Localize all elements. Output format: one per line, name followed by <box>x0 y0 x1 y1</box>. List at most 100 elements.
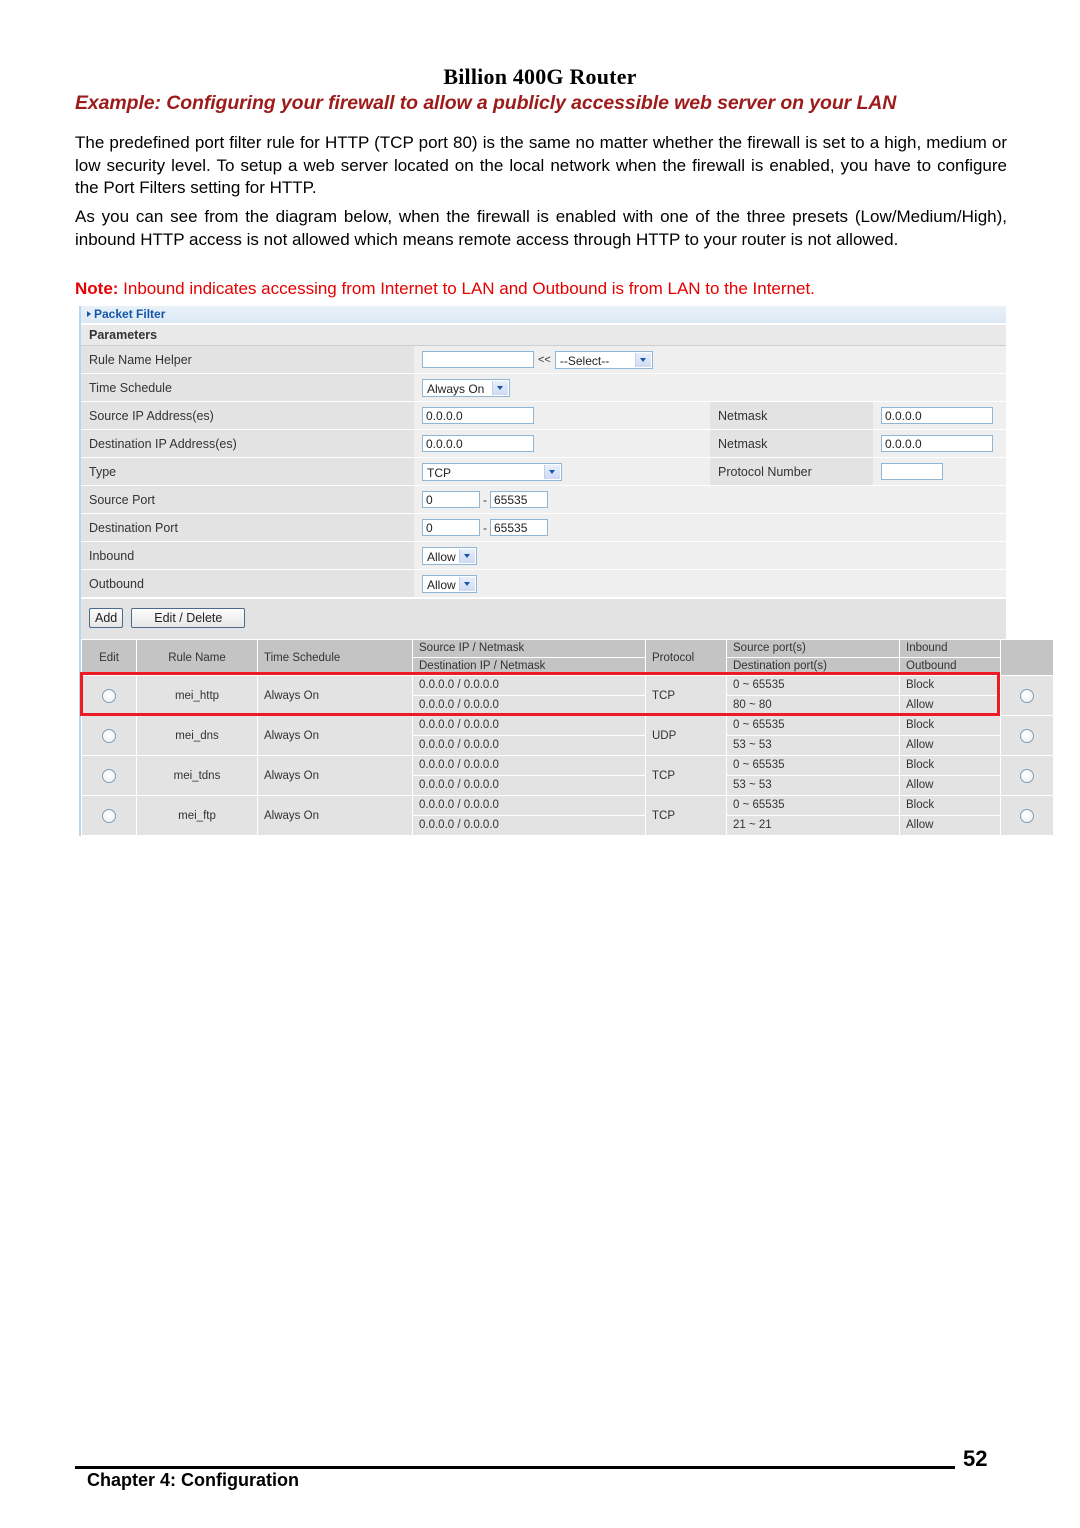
parameters-section-header: Parameters <box>81 324 1006 346</box>
destination-port-field-cell: 0-65535 <box>414 513 1006 542</box>
outbound-select[interactable]: Allow <box>422 574 477 593</box>
row-select-radio-cell[interactable] <box>1000 675 1054 716</box>
destination-ip-label: Destination IP Address(es) <box>81 429 414 458</box>
rule-name-helper-label: Rule Name Helper <box>81 346 414 374</box>
packet-filter-form: Rule Name Helper << --Select-- Time Sched… <box>81 346 1006 598</box>
row-rule-name: mei_dns <box>136 715 258 756</box>
table-row[interactable]: mei_ftp Always On 0.0.0.0 / 0.0.0.0 0.0.0.0… <box>81 795 1054 836</box>
outbound-field-cell: Allow <box>414 569 1006 598</box>
edit-delete-button[interactable]: Edit / Delete <box>131 608 246 628</box>
table-row[interactable]: mei_dns Always On 0.0.0.0 / 0.0.0.0 0.0.0.0… <box>81 715 1054 756</box>
rule-name-helper-separator: << <box>538 353 551 366</box>
edit-radio[interactable] <box>102 808 116 823</box>
row-protocol: TCP <box>645 755 727 796</box>
form-row-type: Type TCP Protocol Number <box>81 457 1006 486</box>
protocol-number-label: Protocol Number <box>710 458 873 485</box>
row-select-radio-cell[interactable] <box>1000 715 1054 756</box>
source-netmask-cell: Netmask 0.0.0.0 <box>710 401 1006 430</box>
rule-name-helper-select[interactable]: --Select-- <box>554 350 653 369</box>
rule-name-helper-select-value: --Select-- <box>559 353 610 368</box>
row-edit-radio-cell[interactable] <box>81 755 137 796</box>
row-outbound: Allow <box>906 819 934 831</box>
chevron-down-icon <box>634 352 651 367</box>
inbound-field-cell: Allow <box>414 541 1006 570</box>
header-destination-ports: Destination port(s) <box>733 660 827 672</box>
chevron-down-icon <box>459 548 475 563</box>
row-destination-ports: 80 ~ 80 <box>733 699 772 711</box>
edit-radio[interactable] <box>102 768 116 783</box>
row-destination-ports: 21 ~ 21 <box>733 819 772 831</box>
form-row-rule-name-helper: Rule Name Helper << --Select-- <box>81 346 1006 374</box>
header-time-schedule: Time Schedule <box>257 639 413 676</box>
form-row-destination-ip: Destination IP Address(es) 0.0.0.0 Netma… <box>81 429 1006 458</box>
protocol-number-field-cell <box>873 458 1006 485</box>
row-time-schedule: Always On <box>257 795 413 836</box>
row-edit-radio-cell[interactable] <box>81 795 137 836</box>
outbound-value: Allow <box>427 577 456 592</box>
row-inout: Block Allow <box>899 715 1001 756</box>
select-radio[interactable] <box>1020 728 1034 743</box>
protocol-number-cell: Protocol Number <box>710 457 1006 486</box>
header-protocol: Protocol <box>645 639 727 676</box>
add-button[interactable]: Add <box>89 608 124 628</box>
select-radio[interactable] <box>1020 808 1034 823</box>
paragraph-1: The predefined port filter rule for HTTP… <box>75 133 1007 197</box>
source-port-to-input[interactable]: 65535 <box>490 491 548 508</box>
inbound-label: Inbound <box>81 541 414 570</box>
row-inbound: Block <box>900 716 1000 736</box>
source-netmask-input[interactable]: 0.0.0.0 <box>881 407 993 424</box>
destination-ip-input[interactable]: 0.0.0.0 <box>422 435 534 452</box>
row-inbound: Block <box>900 676 1000 696</box>
type-label: Type <box>81 457 414 486</box>
row-edit-radio-cell[interactable] <box>81 715 137 756</box>
source-port-from-input[interactable]: 0 <box>422 491 480 508</box>
chevron-down-icon <box>544 464 560 479</box>
row-edit-radio-cell[interactable] <box>81 675 137 716</box>
rule-name-helper-field-cell: << --Select-- <box>414 346 1006 374</box>
row-source-ip-netmask: 0.0.0.0 / 0.0.0.0 <box>413 756 645 776</box>
select-radio[interactable] <box>1020 768 1034 783</box>
row-select-radio-cell[interactable] <box>1000 795 1054 836</box>
select-radio[interactable] <box>1020 688 1034 703</box>
source-ip-label: Source IP Address(es) <box>81 401 414 430</box>
row-ip-netmask: 0.0.0.0 / 0.0.0.0 0.0.0.0 / 0.0.0.0 <box>412 795 646 836</box>
destination-netmask-field-cell: 0.0.0.0 <box>873 430 1006 457</box>
row-rule-name: mei_tdns <box>136 755 258 796</box>
destination-port-from-input[interactable]: 0 <box>422 519 480 536</box>
header-inbound: Inbound <box>900 640 1000 658</box>
triangle-right-icon <box>87 311 91 317</box>
destination-port-label: Destination Port <box>81 513 414 542</box>
table-row[interactable]: mei_tdns Always On 0.0.0.0 / 0.0.0.0 0.0.0.… <box>81 755 1054 796</box>
row-ports: 0 ~ 65535 21 ~ 21 <box>726 795 900 836</box>
row-source-ip-netmask: 0.0.0.0 / 0.0.0.0 <box>413 796 645 816</box>
destination-netmask-input[interactable]: 0.0.0.0 <box>881 435 993 452</box>
header-source-ip-netmask: Source IP / Netmask <box>413 640 645 658</box>
source-netmask-field-cell: 0.0.0.0 <box>873 402 1006 429</box>
time-schedule-label: Time Schedule <box>81 373 414 402</box>
destination-ip-field-cell: 0.0.0.0 <box>414 429 710 458</box>
row-destination-ip-netmask: 0.0.0.0 / 0.0.0.0 <box>419 779 499 791</box>
form-row-time-schedule: Time Schedule Always On <box>81 373 1006 402</box>
type-select[interactable]: TCP <box>422 462 562 481</box>
form-row-inbound: Inbound Allow <box>81 541 1006 570</box>
row-ip-netmask: 0.0.0.0 / 0.0.0.0 0.0.0.0 / 0.0.0.0 <box>412 715 646 756</box>
edit-radio[interactable] <box>102 688 116 703</box>
form-row-source-port: Source Port 0-65535 <box>81 485 1006 514</box>
row-outbound: Allow <box>906 699 934 711</box>
table-row[interactable]: mei_http Always On 0.0.0.0 / 0.0.0.0 0.0.0.… <box>81 675 1054 716</box>
destination-port-to-input[interactable]: 65535 <box>490 519 548 536</box>
row-protocol: TCP <box>645 675 727 716</box>
row-time-schedule: Always On <box>257 715 413 756</box>
row-ip-netmask: 0.0.0.0 / 0.0.0.0 0.0.0.0 / 0.0.0.0 <box>412 755 646 796</box>
source-ip-input[interactable]: 0.0.0.0 <box>422 407 534 424</box>
row-select-radio-cell[interactable] <box>1000 755 1054 796</box>
rule-name-input[interactable] <box>422 351 534 368</box>
time-schedule-select[interactable]: Always On <box>422 378 510 397</box>
row-ip-netmask: 0.0.0.0 / 0.0.0.0 0.0.0.0 / 0.0.0.0 <box>412 675 646 716</box>
row-source-ports: 0 ~ 65535 <box>727 716 899 736</box>
inbound-select[interactable]: Allow <box>422 546 477 565</box>
edit-radio[interactable] <box>102 728 116 743</box>
chevron-down-icon <box>459 576 475 591</box>
protocol-number-input[interactable] <box>881 463 943 480</box>
header-rule-name: Rule Name <box>136 639 258 676</box>
